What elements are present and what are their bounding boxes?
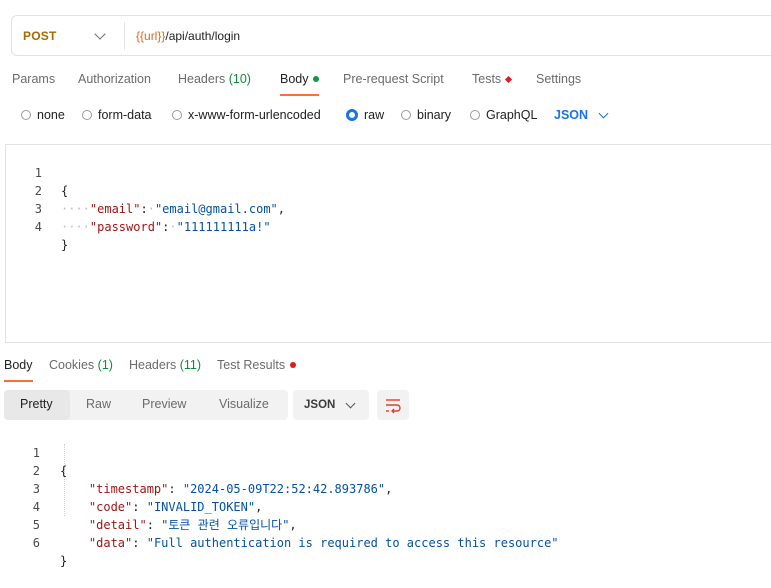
json-key: "timestamp"	[88, 482, 169, 496]
tab-response-headers[interactable]: Headers (11)	[129, 358, 201, 372]
request-body-editor[interactable]: 1 { 2 ····"email":·"email@gmail.com", 3 …	[5, 144, 771, 343]
radio-form-data[interactable]: form-data	[82, 108, 152, 122]
diamond-icon	[505, 75, 513, 84]
active-tab-indicator	[4, 380, 33, 382]
code-line: 5 "data": "Full authentication is requir…	[4, 498, 559, 550]
json-key: "code"	[88, 500, 133, 514]
tab-params[interactable]: Params	[12, 72, 55, 86]
status-dot-icon	[312, 76, 319, 82]
tab-authorization[interactable]: Authorization	[78, 72, 151, 86]
view-raw[interactable]: Raw	[86, 397, 111, 411]
cookies-count: (1)	[97, 358, 113, 372]
json-value: "email@gmail.com"	[154, 202, 278, 216]
radio-circle[interactable]	[401, 110, 411, 120]
view-visualize[interactable]: Visualize	[219, 397, 269, 411]
divider	[124, 22, 125, 50]
radio-graphql[interactable]: GraphQL	[470, 108, 537, 122]
code-text: }	[61, 238, 69, 252]
method-select[interactable]: POST	[23, 29, 56, 43]
chevron-down-icon[interactable]	[598, 108, 609, 119]
url-variable: {{url}}	[136, 29, 166, 43]
body-format-select[interactable]: JSON	[554, 108, 588, 122]
line-number: 6	[32, 536, 40, 550]
json-key: "data"	[88, 536, 133, 550]
code-line: 6 }	[4, 516, 67, 568]
code-line: 3 "code": "INVALID_TOKEN",	[4, 462, 263, 514]
response-format-label: JSON	[304, 399, 336, 411]
tab-cookies[interactable]: Cookies (1)	[49, 358, 113, 372]
code-line: 1 {	[4, 426, 67, 478]
radio-circle[interactable]	[21, 110, 31, 120]
tab-tests[interactable]: Tests	[472, 72, 513, 86]
view-mode-bar: Pretty Raw Preview Visualize	[4, 390, 288, 420]
radio-circle[interactable]	[470, 110, 480, 120]
whitespace-marker: ····	[61, 220, 90, 234]
url-path: /api/auth/login	[165, 29, 241, 43]
response-format-select[interactable]: JSON	[293, 390, 369, 420]
radio-circle[interactable]	[172, 110, 182, 120]
code-line: 4 "detail": "토큰 관련 오류입니다",	[4, 480, 297, 532]
json-value: "Full authentication is required to acce…	[146, 536, 559, 550]
url-bar[interactable]: POST {{url}}/api/auth/login	[11, 15, 771, 56]
wrap-lines-button[interactable]	[377, 390, 409, 420]
json-key: "password"	[89, 220, 163, 234]
tab-body[interactable]: Body	[280, 72, 319, 96]
json-value: "2024-05-09T22:52:42.893786"	[182, 482, 386, 496]
code-text: {	[60, 464, 68, 478]
code-line: 4 }	[6, 200, 68, 252]
tab-headers[interactable]: Headers (10)	[178, 72, 251, 86]
json-value: "111111111a!"	[176, 220, 271, 234]
radio-x-www-form-urlencoded[interactable]: x-www-form-urlencoded	[172, 108, 321, 122]
code-line: 2 ····"email":·"email@gmail.com",	[6, 164, 285, 216]
response-body-viewer[interactable]: 1 { 2 "timestamp": "2024-05-09T22:52:42.…	[4, 426, 771, 568]
headers-count: (10)	[228, 72, 251, 86]
json-key: "email"	[89, 202, 141, 216]
json-value: "토큰 관련 오류입니다"	[161, 518, 290, 532]
code-text: }	[60, 554, 68, 568]
tab-response-body[interactable]: Body	[4, 358, 33, 382]
chevron-down-icon[interactable]	[94, 28, 106, 40]
radio-circle[interactable]	[82, 110, 92, 120]
tab-test-results[interactable]: Test Results	[217, 358, 297, 372]
radio-binary[interactable]: binary	[401, 108, 451, 122]
wrap-lines-icon	[386, 399, 401, 414]
headers-count: (11)	[179, 358, 202, 372]
code-text: {	[61, 184, 69, 198]
code-line: 2 "timestamp": "2024-05-09T22:52:42.8937…	[4, 444, 393, 496]
code-line: 3 ····"password":·"111111111a!"	[6, 182, 271, 234]
view-pretty[interactable]: Pretty	[20, 397, 53, 411]
radio-circle-selected[interactable]	[346, 109, 358, 121]
whitespace-marker: ····	[61, 202, 90, 216]
view-preview[interactable]: Preview	[142, 397, 186, 411]
json-key: "detail"	[88, 518, 147, 532]
url-input[interactable]: {{url}}/api/auth/login	[136, 29, 240, 43]
status-dot-icon	[290, 362, 297, 368]
json-value: "INVALID_TOKEN"	[146, 500, 256, 514]
radio-none[interactable]: none	[21, 108, 65, 122]
code-line: 1 {	[6, 146, 68, 198]
tab-pre-request-script[interactable]: Pre-request Script	[343, 72, 444, 86]
active-tab-indicator	[280, 94, 319, 96]
chevron-down-icon	[345, 398, 356, 409]
tab-settings[interactable]: Settings	[536, 72, 581, 86]
line-number: 4	[34, 220, 42, 234]
radio-raw[interactable]: raw	[346, 108, 384, 122]
